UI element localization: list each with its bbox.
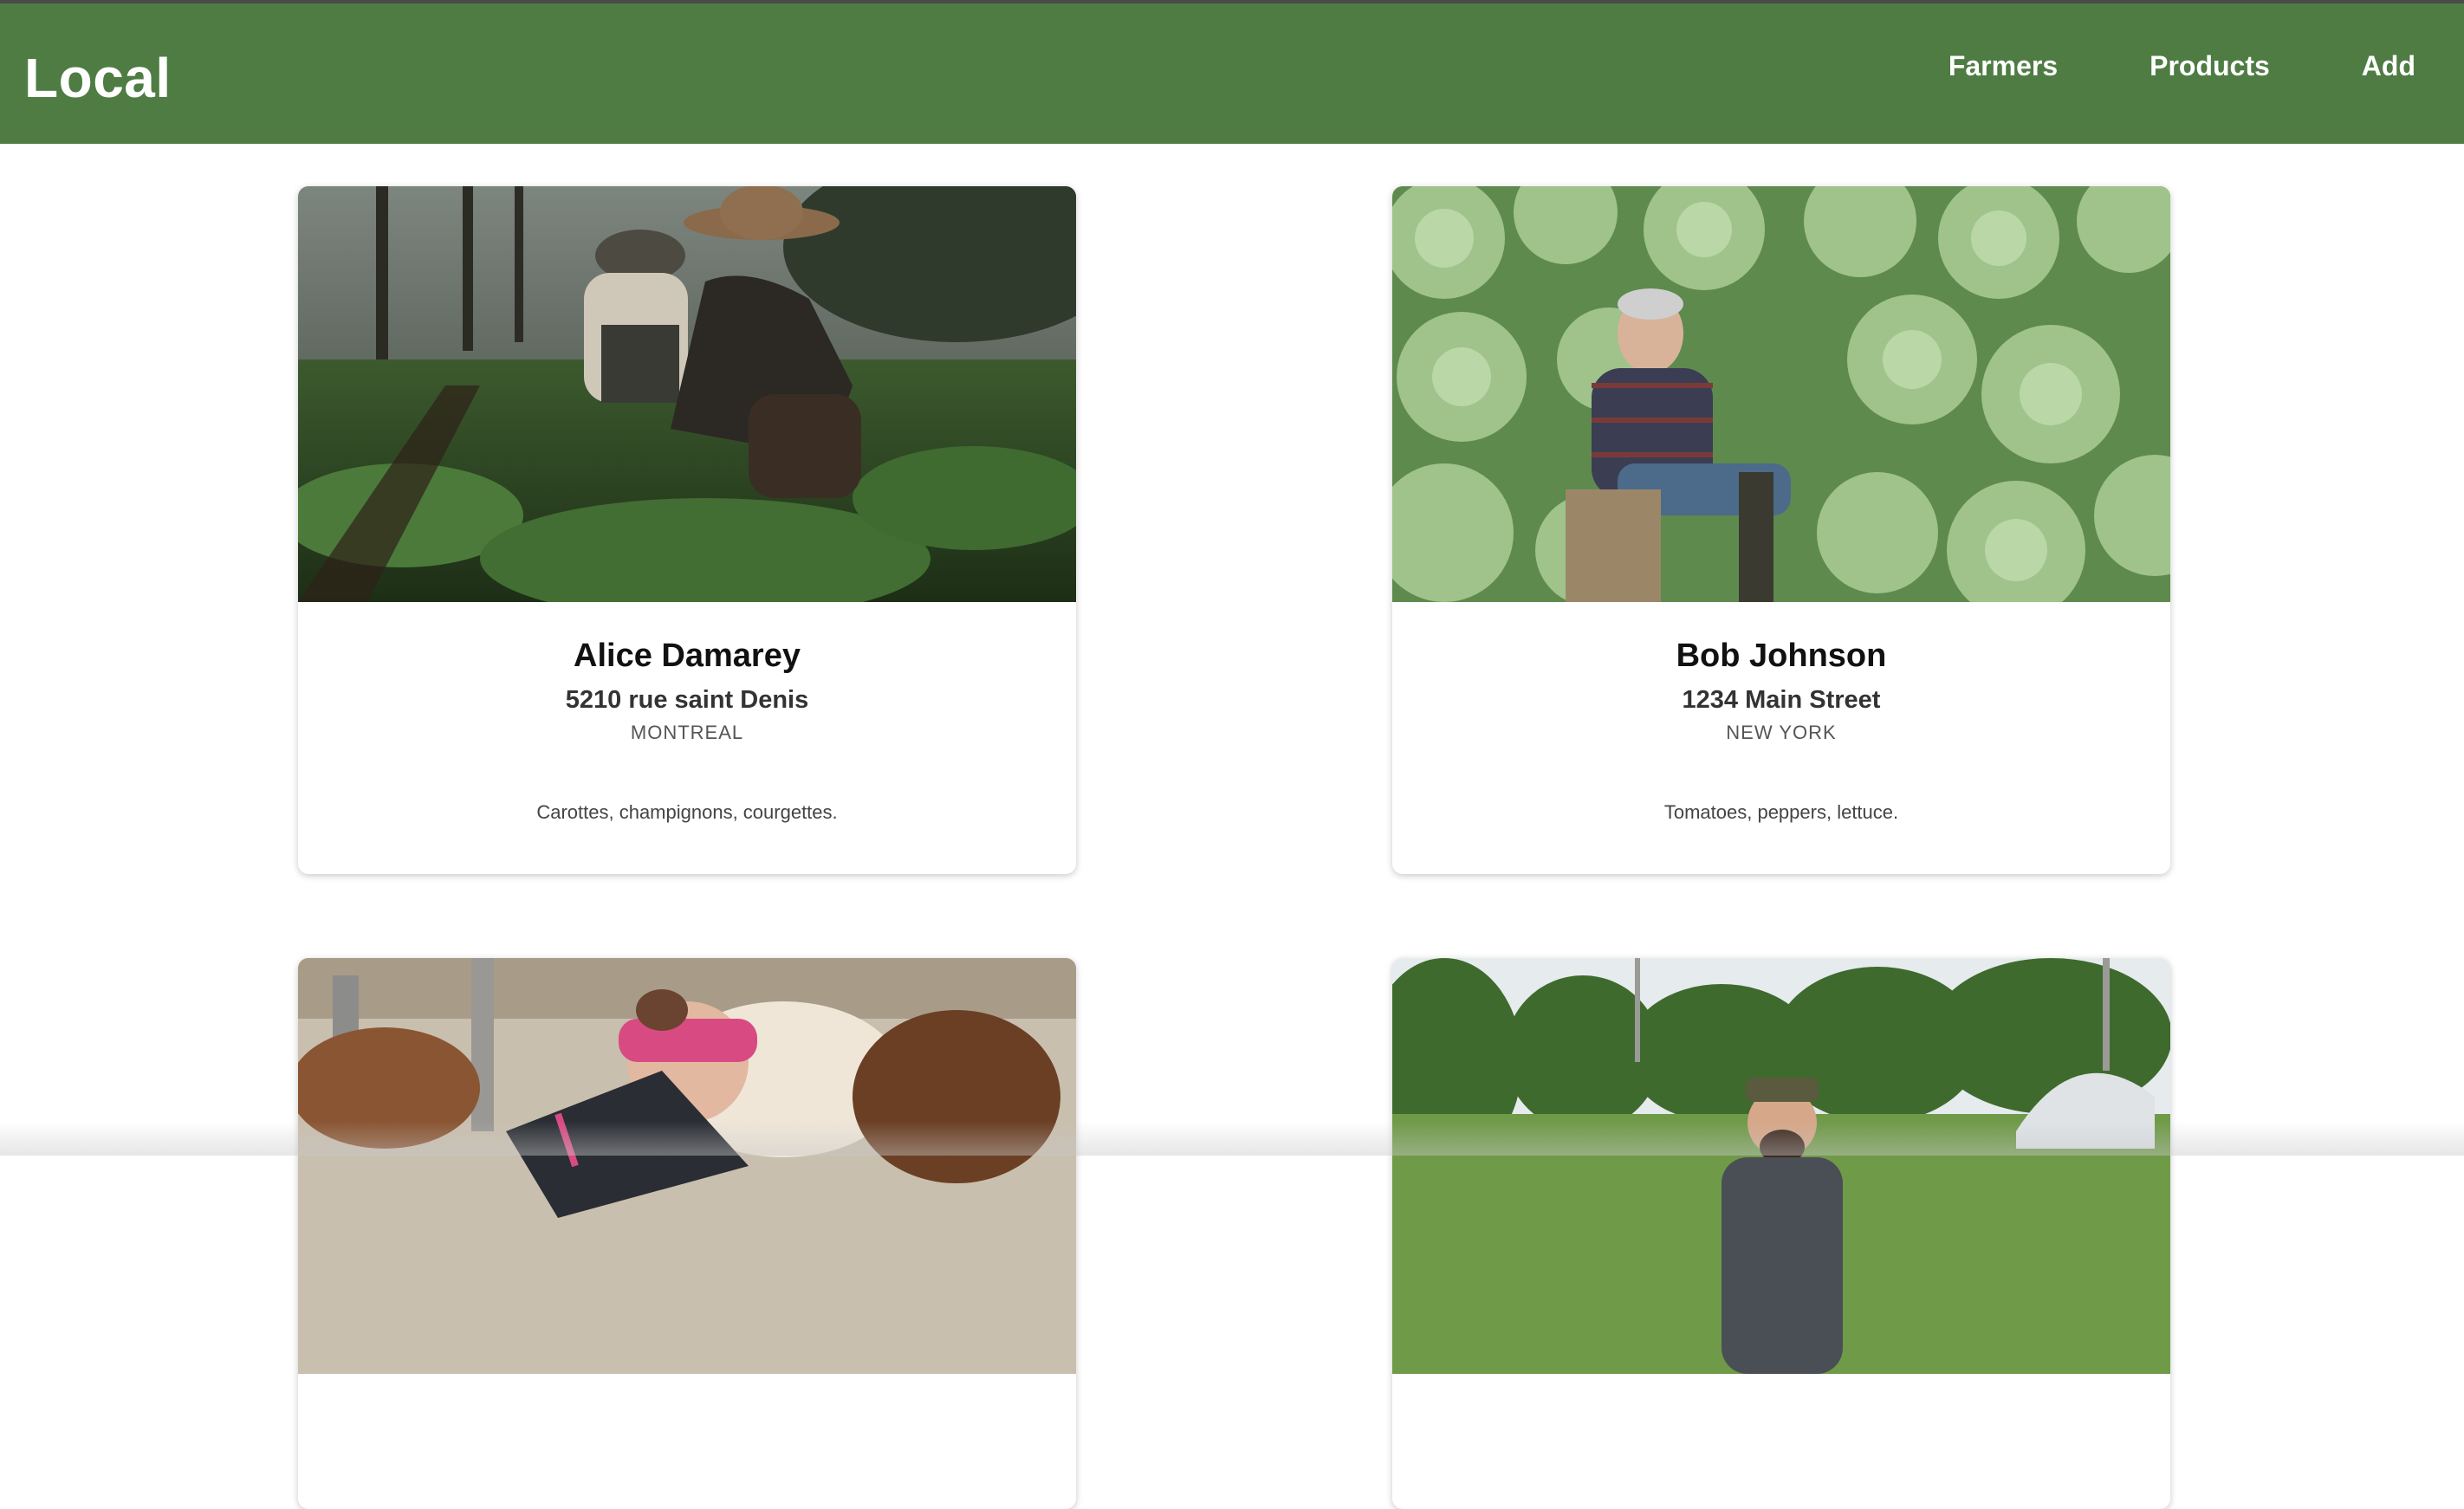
farmer-city: MONTREAL xyxy=(630,722,744,743)
bottom-scroll-shadow xyxy=(0,1121,2464,1156)
farmer-card-body xyxy=(1392,1374,2170,1509)
farmer-name: Alice Damarey xyxy=(574,638,801,674)
farmer-photo xyxy=(1392,958,2170,1374)
farmer-products: Carottes, champignons, courgettes. xyxy=(536,801,838,823)
farmer-card-body: Alice Damarey 5210 rue saint Denis MONTR… xyxy=(298,602,1076,874)
farmer-card[interactable] xyxy=(298,958,1076,1509)
farmer-products xyxy=(1392,1460,2170,1509)
top-navbar: Local Farmers Products Add xyxy=(0,3,2464,144)
farmer-photo xyxy=(1392,186,2170,602)
nav-products-link[interactable]: Products xyxy=(2150,45,2270,87)
nav-add-link[interactable]: Add xyxy=(2362,45,2415,87)
nav-farmers-link[interactable]: Farmers xyxy=(1949,45,2058,87)
farmer-card-body: Bob Johnson 1234 Main Street NEW YORK To… xyxy=(1392,602,2170,874)
farmer-products xyxy=(298,1460,1076,1509)
farmer-city: NEW YORK xyxy=(1726,722,1837,743)
farmer-name: Bob Johnson xyxy=(1676,638,1887,674)
main-nav: Farmers Products Add xyxy=(1949,45,2415,87)
farmer-card[interactable]: Bob Johnson 1234 Main Street NEW YORK To… xyxy=(1392,186,2170,874)
farmer-card[interactable] xyxy=(1392,958,2170,1509)
farmer-photo xyxy=(298,958,1076,1374)
brand-logo[interactable]: Local xyxy=(24,43,172,113)
farmer-card[interactable]: Alice Damarey 5210 rue saint Denis MONTR… xyxy=(298,186,1076,874)
farmer-address: 1234 Main Street xyxy=(1682,686,1881,714)
farmer-photo xyxy=(298,186,1076,602)
farmer-card-body xyxy=(298,1374,1076,1509)
farmer-products: Tomatoes, peppers, lettuce. xyxy=(1663,801,1899,823)
farmer-address: 5210 rue saint Denis xyxy=(565,686,809,714)
